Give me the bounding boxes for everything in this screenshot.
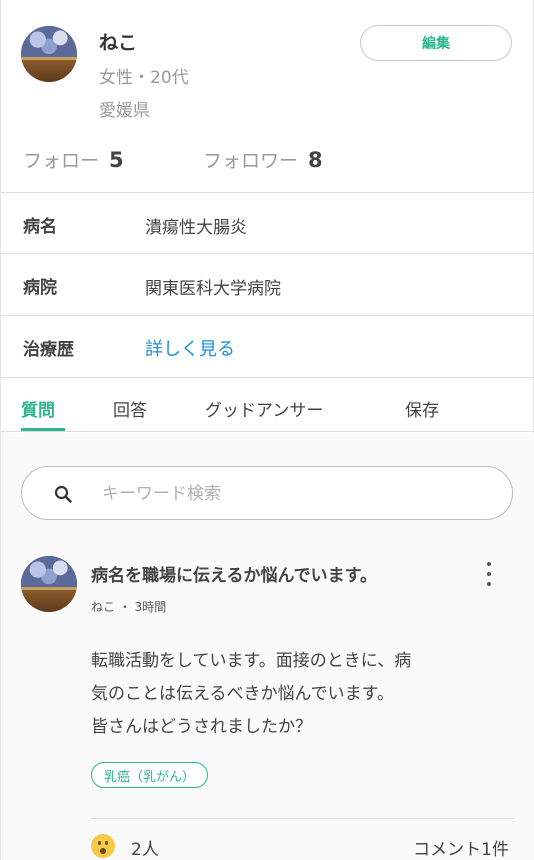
edit-profile-button[interactable]: 編集 bbox=[360, 25, 512, 61]
post-body-line: 転職活動をしています。面接のときに、病 bbox=[91, 651, 412, 671]
post-body-line: 気のことは伝えるべきか悩んでいます。 bbox=[91, 684, 394, 704]
more-options-icon[interactable] bbox=[481, 562, 497, 586]
profile-name: ねこ bbox=[99, 32, 138, 54]
follow-count: 5 bbox=[109, 148, 124, 172]
info-row-disease: 病名 潰瘍性大腸炎 bbox=[1, 193, 534, 254]
divider bbox=[1, 431, 534, 432]
post-divider bbox=[91, 818, 515, 819]
disease-tag[interactable]: 乳癌（乳がん） bbox=[91, 762, 209, 788]
post-meta: ねこ ・ 3時間 bbox=[91, 600, 167, 614]
comment-count[interactable]: コメント1件 bbox=[413, 835, 509, 860]
profile-header: ねこ 女性・20代 愛媛県 編集 フォロー 5 フォロワー 8 bbox=[1, 0, 534, 192]
follower-label: フォロワー bbox=[203, 150, 299, 172]
profile-prefecture: 愛媛県 bbox=[99, 101, 150, 121]
follow-stat[interactable]: フォロー 5 bbox=[23, 146, 124, 173]
follow-label: フォロー bbox=[23, 150, 100, 172]
profile-gender-age: 女性・20代 bbox=[99, 68, 189, 88]
hospital-label: 病院 bbox=[23, 278, 57, 298]
tab-saved[interactable]: 保存 bbox=[405, 396, 439, 421]
info-row-hospital: 病院 関東医科大学病院 bbox=[1, 254, 534, 315]
keyword-search[interactable] bbox=[21, 466, 513, 520]
tab-answers[interactable]: 回答 bbox=[113, 396, 147, 421]
reaction-count: 2人 bbox=[131, 840, 159, 860]
profile-avatar[interactable] bbox=[21, 26, 77, 82]
disease-value: 潰瘍性大腸炎 bbox=[145, 218, 247, 238]
post-author-avatar[interactable] bbox=[21, 556, 77, 612]
follower-stat[interactable]: フォロワー 8 bbox=[203, 146, 323, 173]
follower-count: 8 bbox=[308, 148, 323, 172]
post-body: 転職活動をしています。面接のときに、病 気のことは伝えるべきか悩んでいます。 皆… bbox=[91, 645, 511, 744]
hospital-value: 関東医科大学病院 bbox=[145, 279, 281, 299]
tab-questions[interactable]: 質問 bbox=[21, 396, 55, 421]
surprised-face-icon[interactable] bbox=[91, 834, 115, 858]
search-input[interactable] bbox=[102, 479, 492, 509]
tab-good-answers[interactable]: グッドアンサー bbox=[205, 396, 323, 421]
treatment-label: 治療歴 bbox=[23, 340, 74, 360]
profile-tabs: 質問 回答 グッドアンサー 保存 bbox=[1, 378, 534, 432]
treatment-details-link[interactable]: 詳しく見る bbox=[145, 335, 235, 361]
app-frame: ねこ 女性・20代 愛媛県 編集 フォロー 5 フォロワー 8 病名 潰瘍性大腸… bbox=[0, 0, 534, 860]
post-body-line: 皆さんはどうされましたか？ bbox=[91, 717, 312, 737]
post-title[interactable]: 病名を職場に伝えるか悩んでいます。 bbox=[91, 561, 377, 586]
disease-label: 病名 bbox=[23, 217, 57, 237]
search-icon bbox=[54, 485, 72, 503]
info-row-treatment: 治療歴 詳しく見る bbox=[1, 316, 534, 377]
